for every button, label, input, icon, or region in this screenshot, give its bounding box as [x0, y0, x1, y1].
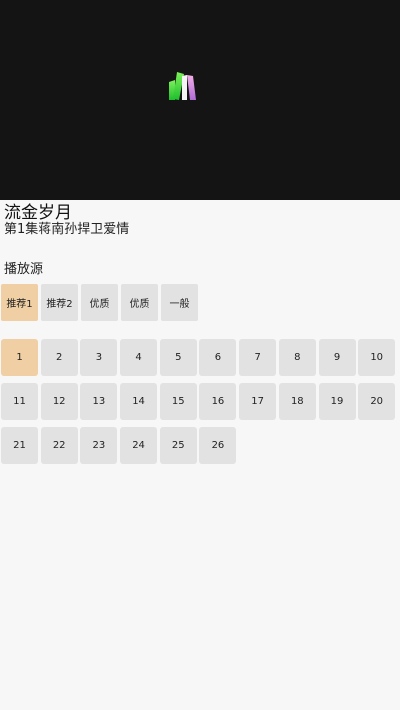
episode-button[interactable]: 11: [1, 383, 38, 420]
episode-button[interactable]: 4: [120, 339, 158, 376]
episode-button[interactable]: 13: [80, 383, 118, 420]
source-chip[interactable]: 推荐1: [1, 284, 38, 321]
episode-button[interactable]: 3: [80, 339, 118, 376]
episode-button[interactable]: 5: [159, 339, 197, 376]
source-list: 推荐1 推荐2 优质 优质 一般: [1, 284, 198, 321]
episode-button[interactable]: 2: [40, 339, 78, 376]
episode-button[interactable]: 16: [199, 383, 237, 420]
source-chip[interactable]: 优质: [121, 284, 158, 321]
episode-button[interactable]: 1: [1, 339, 38, 376]
episode-button[interactable]: 8: [278, 339, 316, 376]
video-title: 流金岁月: [4, 203, 72, 223]
episode-button[interactable]: 10: [358, 339, 396, 376]
episode-title: 第1集蒋南孙捍卫爱情: [4, 222, 130, 237]
episode-button[interactable]: 18: [278, 383, 316, 420]
episode-button[interactable]: 24: [120, 427, 158, 464]
episode-button[interactable]: 6: [199, 339, 237, 376]
books-logo-icon: [169, 72, 196, 100]
episode-button[interactable]: 26: [199, 427, 237, 464]
episode-button[interactable]: 22: [40, 427, 78, 464]
episode-button[interactable]: 17: [239, 383, 277, 420]
episode-button[interactable]: 20: [358, 383, 396, 420]
source-chip[interactable]: 优质: [81, 284, 118, 321]
video-player[interactable]: [0, 0, 400, 200]
episode-button[interactable]: 9: [318, 339, 356, 376]
source-section-label: 播放源: [4, 262, 44, 277]
episode-button[interactable]: 15: [159, 383, 197, 420]
source-chip[interactable]: 一般: [161, 284, 198, 321]
episode-button[interactable]: 19: [318, 383, 356, 420]
episode-button[interactable]: 12: [40, 383, 78, 420]
source-chip[interactable]: 推荐2: [41, 284, 78, 321]
episode-grid: 1 2 3 4 5 6 7 8 9 10 11 12 13 14 15 16 17 18 19 20 21 22 23 24 2…: [1, 339, 396, 464]
episode-button[interactable]: 7: [239, 339, 277, 376]
episode-button[interactable]: 25: [159, 427, 197, 464]
episode-button[interactable]: 23: [80, 427, 118, 464]
episode-button[interactable]: 14: [120, 383, 158, 420]
episode-button[interactable]: 21: [1, 427, 38, 464]
